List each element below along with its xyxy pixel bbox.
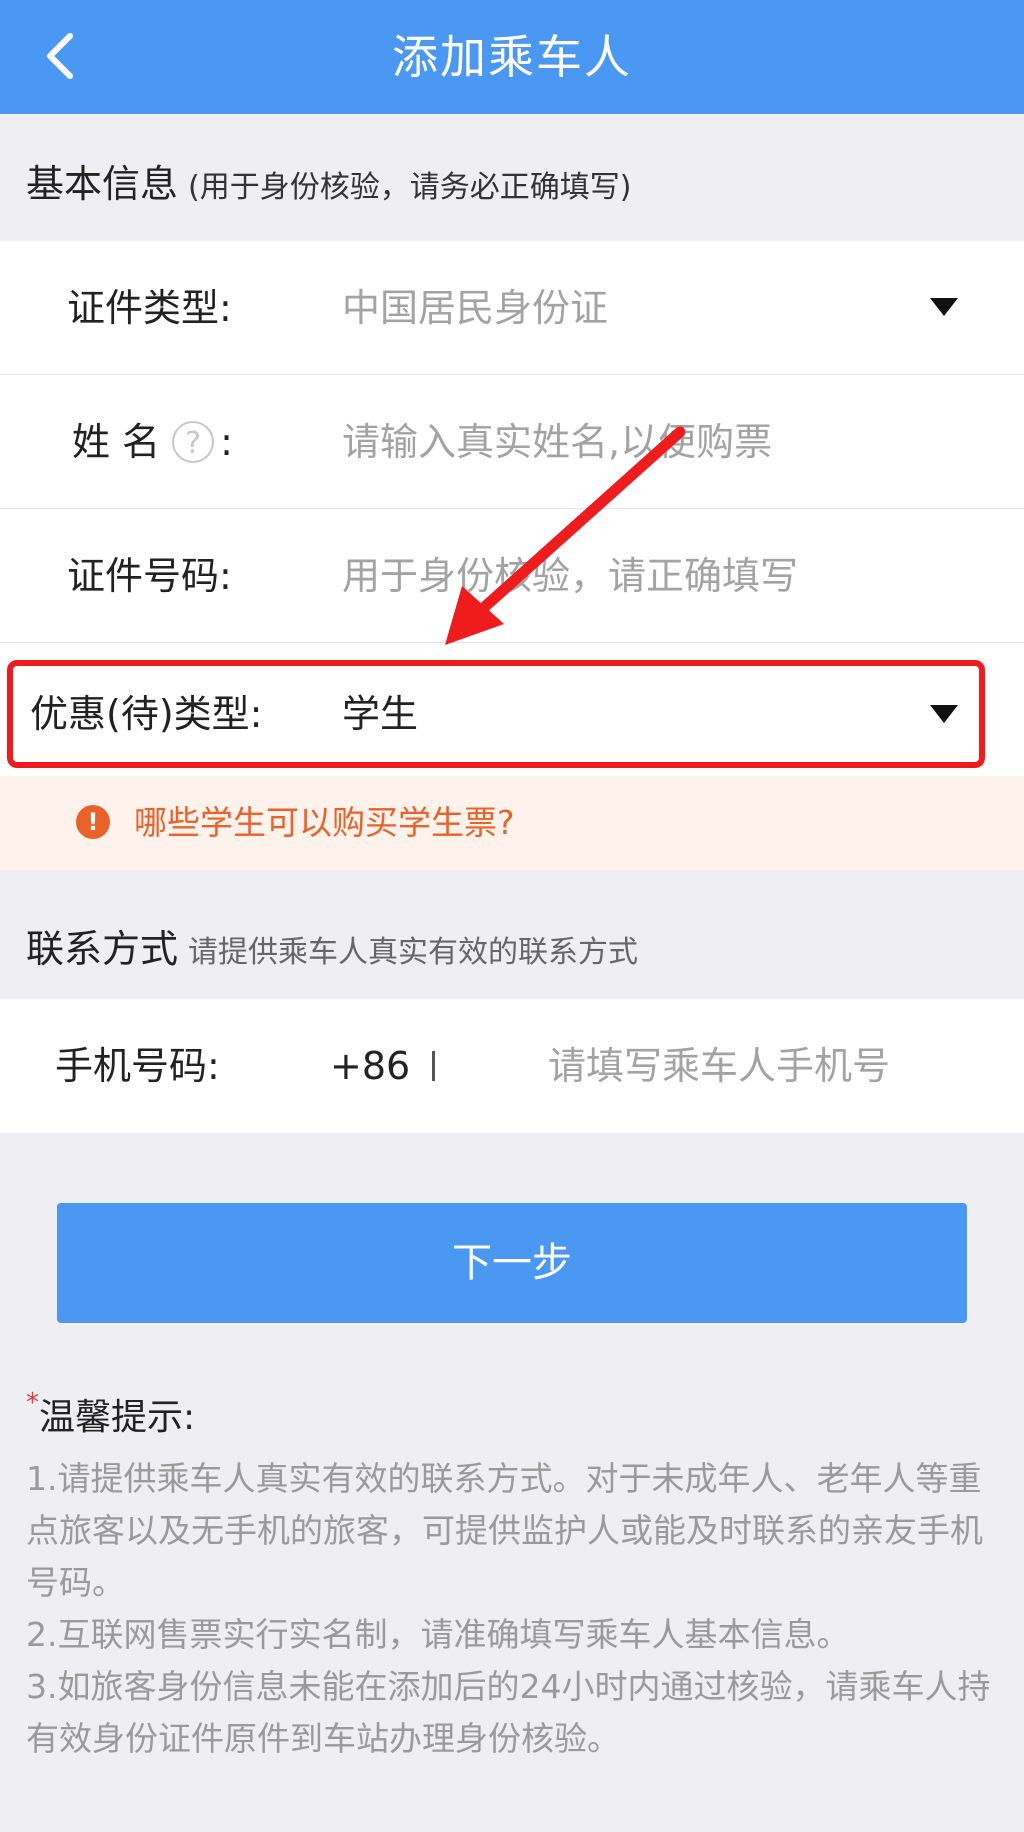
student-ticket-link[interactable]: 哪些学生可以购买学生票? xyxy=(134,776,515,870)
id-type-value[interactable]: 中国居民身份证 xyxy=(342,241,608,375)
top-bar: 添加乘车人 xyxy=(0,0,1024,114)
contact-title: 联系方式 xyxy=(26,927,179,971)
name-label: 姓 名?: xyxy=(72,375,233,509)
tip-item: 2.互联网售票实行实名制，请准确填写乘车人基本信息。 xyxy=(26,1615,850,1654)
divider xyxy=(0,642,1024,643)
name-input[interactable]: 请输入真实姓名,以便购票 xyxy=(342,375,772,509)
country-code[interactable]: +86 xyxy=(330,999,410,1133)
alert-icon: ! xyxy=(76,805,110,839)
tip-item: 1.请提供乘车人真实有效的联系方式。对于未成年人、老年人等重点旅客以及无手机的旅… xyxy=(26,1459,983,1602)
help-icon[interactable]: ? xyxy=(172,420,215,463)
phone-input[interactable]: 请填写乘车人手机号 xyxy=(548,999,890,1133)
basic-info-title: 基本信息 xyxy=(26,162,179,206)
tip-item: 3.如旅客身份信息未能在添加后的24小时内通过核验，请乘车人持有效身份证件原件到… xyxy=(26,1667,991,1758)
tips-title: *温馨提示: xyxy=(26,1388,195,1440)
tips-title-text: 温馨提示: xyxy=(39,1397,196,1438)
separator xyxy=(432,1051,435,1081)
id-number-label: 证件号码: xyxy=(67,554,232,598)
phone-row[interactable]: 手机号码: +86 请填写乘车人手机号 xyxy=(0,999,1024,1133)
next-step-button[interactable]: 下一步 xyxy=(57,1203,967,1323)
dropdown-arrow-icon[interactable] xyxy=(930,298,958,316)
id-type-row[interactable]: 证件类型: 中国居民身份证 xyxy=(0,241,1024,375)
id-number-input[interactable]: 用于身份核验，请正确填写 xyxy=(342,509,798,643)
contact-note: 请提供乘车人真实有效的联系方式 xyxy=(188,935,639,970)
basic-info-note: (用于身份核验，请务必正确填写) xyxy=(188,170,632,205)
required-star: * xyxy=(26,1388,39,1418)
tips-body: 1.请提供乘车人真实有效的联系方式。对于未成年人、老年人等重点旅客以及无手机的旅… xyxy=(26,1453,1006,1765)
basic-info-header: 基本信息 (用于身份核验，请务必正确填写) xyxy=(26,153,631,208)
page-title: 添加乘车人 xyxy=(392,30,632,84)
name-label-colon: : xyxy=(220,420,233,464)
contact-header: 联系方式 请提供乘车人真实有效的联系方式 xyxy=(26,918,638,973)
phone-label: 手机号码: xyxy=(55,1044,220,1088)
id-number-row[interactable]: 证件号码: 用于身份核验，请正确填写 xyxy=(0,509,1024,643)
name-label-text: 姓 名 xyxy=(72,420,161,464)
student-notice: ! 哪些学生可以购买学生票? xyxy=(0,776,1024,870)
id-type-label: 证件类型: xyxy=(67,286,232,330)
name-row[interactable]: 姓 名?: 请输入真实姓名,以便购票 xyxy=(0,375,1024,509)
highlight-annotation-box xyxy=(7,660,985,768)
